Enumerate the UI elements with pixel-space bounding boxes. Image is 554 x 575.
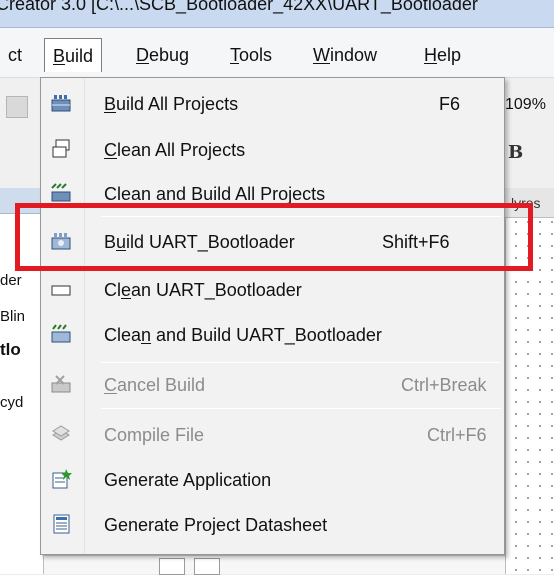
bottom-toolbar: [44, 555, 505, 575]
bold-button[interactable]: B: [508, 142, 523, 163]
menu-item-build-all-projects[interactable]: Build All Projects F6: [43, 84, 502, 124]
tree-item[interactable]: cyd: [0, 394, 23, 411]
menu-tools[interactable]: Tools: [222, 38, 280, 72]
workspace-explorer-panel: der Blin tlo cyd: [0, 188, 44, 574]
clean-build-project-icon: [51, 324, 71, 343]
zoom-level[interactable]: 109%: [505, 96, 546, 114]
menu-item-clean-project[interactable]: Clean UART_Bootloader: [43, 270, 502, 310]
menu-item-label: Generate Application: [104, 470, 272, 490]
menu-item-label: Generate Project Datasheet: [104, 515, 328, 535]
menu-debug[interactable]: Debug: [128, 38, 197, 72]
menu-bar: ct Build Debug Tools Window Help: [0, 28, 554, 78]
generate-application-icon: [52, 469, 72, 489]
menu-separator: [101, 216, 501, 217]
tree-item[interactable]: Blin: [0, 308, 25, 325]
menu-separator: [101, 362, 501, 363]
menu-build[interactable]: Build: [44, 38, 103, 72]
right-panel-tab[interactable]: lyres: [505, 188, 554, 218]
menu-item-shortcut: Shift+F6: [382, 232, 450, 252]
menu-item-label: Clean All Projects: [104, 140, 246, 160]
menu-item-label: Build All Projects: [104, 94, 239, 114]
menu-item-clean-all-projects[interactable]: Clean All Projects: [43, 130, 502, 170]
menu-item-label: Cancel Build: [104, 375, 206, 395]
menu-item-label: Clean and Build All Projects: [104, 184, 326, 204]
clean-project-icon: [51, 285, 71, 296]
menu-item-label: Clean UART_Bootloader: [104, 280, 302, 300]
tree-item[interactable]: der: [0, 272, 22, 289]
explorer-tab[interactable]: [0, 188, 44, 214]
menu-item-label: Build UART_Bootloader: [104, 232, 295, 252]
menu-help[interactable]: Help: [416, 38, 469, 72]
build-project-icon: [51, 233, 71, 250]
menu-item-build-project[interactable]: Build UART_Bootloader Shift+F6: [43, 222, 502, 262]
generate-datasheet-icon: [53, 514, 70, 534]
menu-item-compile-file[interactable]: Compile File Ctrl+F6: [43, 415, 502, 455]
compile-file-icon: [52, 425, 70, 441]
menu-separator: [101, 408, 501, 409]
window-title: Creator 3.0 [C:\...\SCB_Bootloader_42XX\…: [0, 0, 478, 14]
toolbar-save-icon[interactable]: [6, 96, 28, 118]
menu-item-generate-application[interactable]: Generate Application: [43, 460, 502, 500]
cancel-build-icon: [51, 375, 71, 393]
menu-item-label: Compile File: [104, 425, 205, 445]
menu-window[interactable]: Window: [305, 38, 385, 72]
tree-item[interactable]: tlo: [0, 340, 21, 360]
build-menu-dropdown: Build All Projects F6 Clean All Projects…: [40, 77, 505, 555]
bottom-button[interactable]: [159, 558, 185, 575]
build-all-icon: [51, 95, 71, 112]
clean-build-all-icon: [51, 183, 71, 202]
menu-item-clean-and-build-all-projects[interactable]: Clean and Build All Projects: [43, 174, 502, 214]
menu-item-label: Clean and Build UART_Bootloader: [104, 325, 382, 345]
toolbar-tool-icon[interactable]: [6, 140, 28, 162]
menu-item-generate-project-datasheet[interactable]: Generate Project Datasheet: [43, 505, 502, 545]
menu-project[interactable]: ct: [0, 38, 30, 72]
menu-build-mnemonic: B: [53, 46, 66, 66]
menu-item-shortcut: Ctrl+Break: [401, 375, 487, 395]
menu-build-rest: uild: [65, 46, 94, 66]
menu-item-cancel-build[interactable]: Cancel Build Ctrl+Break: [43, 365, 502, 405]
window-title-bar: Creator 3.0 [C:\...\SCB_Bootloader_42XX\…: [0, 0, 554, 28]
clean-all-icon: [52, 139, 70, 158]
schematic-canvas[interactable]: [505, 188, 554, 574]
menu-item-shortcut: F6: [439, 94, 461, 114]
menu-item-clean-and-build-project[interactable]: Clean and Build UART_Bootloader: [43, 315, 502, 355]
menu-item-shortcut: Ctrl+F6: [427, 425, 487, 445]
bottom-button[interactable]: [194, 558, 220, 575]
